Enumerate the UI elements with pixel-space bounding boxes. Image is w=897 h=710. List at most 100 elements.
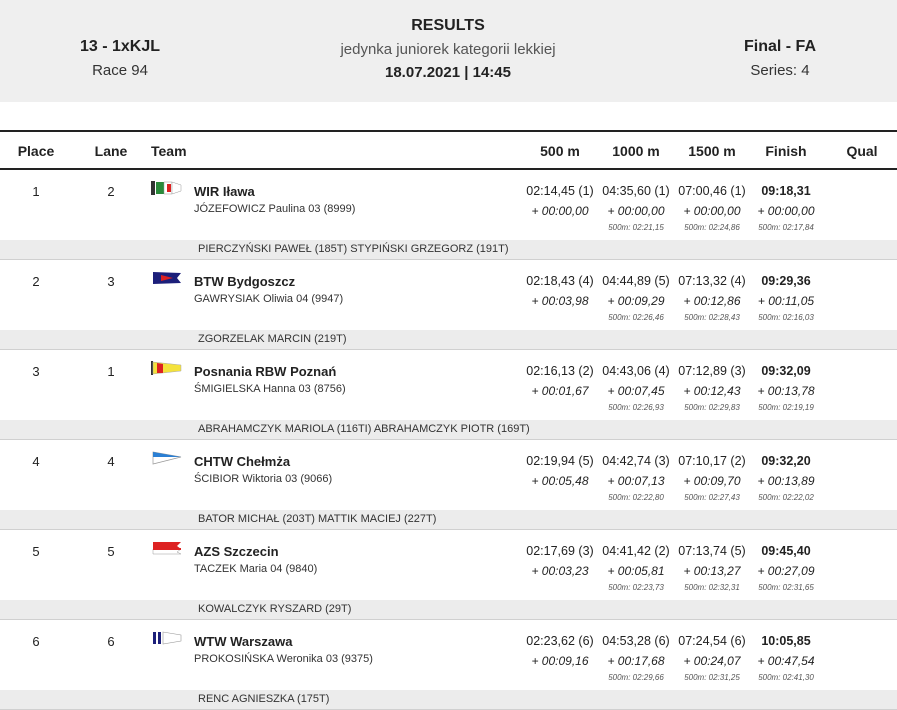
rower-name[interactable]: GAWRYSIAK Oliwia 04 (9947) bbox=[194, 293, 343, 305]
delta-500m: + 00:03,23 bbox=[531, 564, 589, 578]
col-qual: Qual bbox=[846, 143, 878, 159]
pace-1500m: 500m: 02:32,31 bbox=[684, 583, 740, 592]
finish-time: 09:32,09 bbox=[761, 364, 811, 378]
split-500m: 02:14,45 (1) bbox=[526, 184, 594, 198]
lane-value: 6 bbox=[107, 634, 115, 649]
coach-names: BATOR MICHAŁ (203T) MATTIK MACIEJ (227T) bbox=[198, 513, 437, 525]
split-1500m: 07:24,54 (6) bbox=[678, 634, 746, 648]
lane-value: 1 bbox=[107, 364, 115, 379]
final-info: Final - FA Series: 4 bbox=[700, 38, 860, 79]
split-500m: 02:16,13 (2) bbox=[526, 364, 594, 378]
split-1000m: 04:53,28 (6) bbox=[602, 634, 670, 648]
club-flag-icon bbox=[152, 542, 182, 555]
lane-value: 4 bbox=[107, 454, 115, 469]
split-1500m: 07:13,74 (5) bbox=[678, 544, 746, 558]
split-1000m: 04:35,60 (1) bbox=[602, 184, 670, 198]
pace-1500m: 500m: 02:27,43 bbox=[684, 493, 740, 502]
split-1500m: 07:12,89 (3) bbox=[678, 364, 746, 378]
team-name[interactable]: BTW Bydgoszcz bbox=[194, 274, 295, 289]
delta-1500m: + 00:12,43 bbox=[683, 384, 741, 398]
rower-name[interactable]: TACZEK Maria 04 (9840) bbox=[194, 563, 317, 575]
place-value: 2 bbox=[32, 274, 40, 289]
coach-row: KOWALCZYK RYSZARD (29T) bbox=[0, 600, 897, 620]
race-date-time: 18.07.2021 | 14:45 bbox=[385, 64, 511, 81]
team-name[interactable]: AZS Szczecin bbox=[194, 544, 279, 559]
delta-1500m: + 00:00,00 bbox=[683, 204, 741, 218]
place-value: 6 bbox=[32, 634, 40, 649]
results-title-block: RESULTS jedynka juniorek kategorii lekki… bbox=[298, 17, 598, 81]
pace-finish: 500m: 02:19,19 bbox=[758, 403, 814, 412]
split-500m: 02:19,94 (5) bbox=[526, 454, 594, 468]
col-500m: 500 m bbox=[540, 143, 580, 159]
delta-finish: + 00:11,05 bbox=[757, 294, 815, 308]
delta-1500m: + 00:09,70 bbox=[683, 474, 741, 488]
delta-finish: + 00:13,78 bbox=[757, 384, 815, 398]
finish-time: 10:05,85 bbox=[761, 634, 811, 648]
split-1000m: 04:44,89 (5) bbox=[602, 274, 670, 288]
delta-1500m: + 00:12,86 bbox=[683, 294, 741, 308]
delta-finish: + 00:27,09 bbox=[757, 564, 815, 578]
coach-row: RENC AGNIESZKA (175T) bbox=[0, 690, 897, 710]
table-header: Place Lane Team 500 m 1000 m 1500 m Fini… bbox=[0, 130, 897, 170]
team-name[interactable]: WIR Iława bbox=[194, 184, 255, 199]
delta-500m: + 00:01,67 bbox=[531, 384, 589, 398]
coach-names: ABRAHAMCZYK MARIOLA (116TI) ABRAHAMCZYK … bbox=[198, 423, 530, 435]
col-1000m: 1000 m bbox=[612, 143, 660, 159]
coach-row: BATOR MICHAŁ (203T) MATTIK MACIEJ (227T) bbox=[0, 510, 897, 530]
place-value: 3 bbox=[32, 364, 40, 379]
delta-1000m: + 00:07,45 bbox=[607, 384, 665, 398]
coach-names: RENC AGNIESZKA (175T) bbox=[198, 693, 330, 705]
pace-1500m: 500m: 02:29,83 bbox=[684, 403, 740, 412]
pace-1000m: 500m: 02:21,15 bbox=[608, 223, 664, 232]
rower-name[interactable]: PROKOSIŃSKA Weronika 03 (9375) bbox=[194, 653, 373, 665]
rower-name[interactable]: JÓZEFOWICZ Paulina 03 (8999) bbox=[194, 203, 355, 215]
club-flag-icon bbox=[153, 272, 181, 284]
event-code: 13 - 1xKJL bbox=[79, 38, 161, 55]
lane-value: 5 bbox=[107, 544, 115, 559]
pace-finish: 500m: 02:16,03 bbox=[758, 313, 814, 322]
coach-names: ZGORZELAK MARCIN (219T) bbox=[198, 333, 347, 345]
coach-names: PIERCZYŃSKI PAWEŁ (185T) STYPIŃSKI GRZEG… bbox=[198, 243, 509, 255]
place-value: 1 bbox=[32, 184, 40, 199]
pace-finish: 500m: 02:41,30 bbox=[758, 673, 814, 682]
delta-1000m: + 00:05,81 bbox=[607, 564, 665, 578]
lane-value: 2 bbox=[107, 184, 115, 199]
finish-time: 09:32,20 bbox=[761, 454, 811, 468]
team-name[interactable]: WTW Warszawa bbox=[194, 634, 292, 649]
delta-500m: + 00:05,48 bbox=[531, 474, 589, 488]
club-flag-icon bbox=[153, 631, 182, 645]
delta-1000m: + 00:09,29 bbox=[607, 294, 665, 308]
final-type: Final - FA bbox=[744, 38, 816, 55]
pace-finish: 500m: 02:17,84 bbox=[758, 223, 814, 232]
col-place: Place bbox=[17, 143, 55, 159]
delta-1500m: + 00:13,27 bbox=[683, 564, 741, 578]
delta-finish: + 00:13,89 bbox=[757, 474, 815, 488]
race-number: Race 94 bbox=[92, 62, 148, 79]
pace-finish: 500m: 02:31,65 bbox=[758, 583, 814, 592]
col-1500m: 1500 m bbox=[688, 143, 736, 159]
team-name[interactable]: Posnania RBW Poznań bbox=[194, 364, 336, 379]
table-body: 1 2 WIR Iława JÓZEFOWICZ Paulina 03 (899… bbox=[0, 170, 897, 710]
table-row: 2 3 BTW Bydgoszcz GAWRYSIAK Oliwia 04 (9… bbox=[0, 260, 897, 330]
page-title: RESULTS bbox=[411, 17, 485, 34]
table-row: 5 5 AZS Szczecin TACZEK Maria 04 (9840) … bbox=[0, 530, 897, 600]
club-flag-icon bbox=[151, 181, 182, 195]
lane-value: 3 bbox=[107, 274, 115, 289]
finish-time: 09:18,31 bbox=[761, 184, 811, 198]
rower-name[interactable]: ŚMIGIELSKA Hanna 03 (8756) bbox=[194, 383, 346, 395]
team-name[interactable]: CHTW Chełmża bbox=[194, 454, 290, 469]
pace-1000m: 500m: 02:23,73 bbox=[608, 583, 664, 592]
delta-500m: + 00:00,00 bbox=[531, 204, 589, 218]
split-500m: 02:18,43 (4) bbox=[526, 274, 594, 288]
pace-1000m: 500m: 02:22,80 bbox=[608, 493, 664, 502]
coach-names: KOWALCZYK RYSZARD (29T) bbox=[198, 603, 352, 615]
table-row: 1 2 WIR Iława JÓZEFOWICZ Paulina 03 (899… bbox=[0, 170, 897, 240]
event-info: 13 - 1xKJL Race 94 bbox=[40, 38, 200, 79]
table-row: 4 4 CHTW Chełmża ŚCIBIOR Wiktoria 03 (90… bbox=[0, 440, 897, 510]
delta-1000m: + 00:07,13 bbox=[607, 474, 665, 488]
finish-time: 09:45,40 bbox=[761, 544, 811, 558]
rower-name[interactable]: ŚCIBIOR Wiktoria 03 (9066) bbox=[194, 473, 332, 485]
split-1000m: 04:43,06 (4) bbox=[602, 364, 670, 378]
split-500m: 02:23,62 (6) bbox=[526, 634, 594, 648]
pace-1500m: 500m: 02:24,86 bbox=[684, 223, 740, 232]
